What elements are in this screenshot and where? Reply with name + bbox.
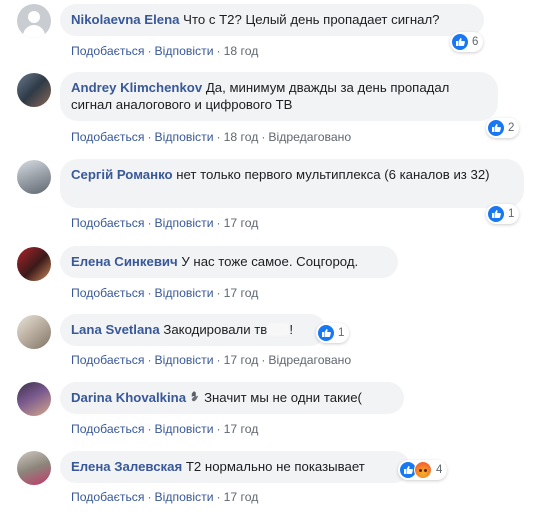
comment-text-end: ! bbox=[289, 322, 293, 337]
avatar[interactable] bbox=[17, 160, 51, 194]
author-name[interactable]: Darina Khovalkina bbox=[71, 390, 186, 405]
comment-text: У нас тоже самое. Соцгород. bbox=[181, 254, 359, 269]
reply-link[interactable]: Відповісти bbox=[155, 490, 214, 504]
timestamp[interactable]: 17 год bbox=[224, 286, 259, 300]
comment-actions: Подобається · Відповісти · 17 год bbox=[71, 422, 259, 436]
reaction-summary[interactable]: 1 bbox=[486, 204, 520, 224]
reply-link[interactable]: Відповісти bbox=[155, 422, 214, 436]
comment-actions: Подобається · Відповісти · 18 год bbox=[71, 44, 259, 58]
comment-actions: Подобається · Відповісти · 17 год bbox=[71, 216, 259, 230]
comment-text: Закодировали тв bbox=[163, 322, 268, 337]
like-icon bbox=[488, 206, 504, 222]
edited-label[interactable]: Відредаговано bbox=[268, 353, 351, 367]
comment-bubble: Сергій Романко нет только первого мульти… bbox=[60, 159, 524, 208]
comment-actions: Подобається · Відповісти · 17 год bbox=[71, 286, 259, 300]
reaction-summary[interactable]: 1 bbox=[316, 323, 350, 343]
like-icon bbox=[452, 34, 468, 50]
author-name[interactable]: Nikolaevna Elena bbox=[71, 12, 179, 27]
timestamp[interactable]: 17 год bbox=[224, 353, 259, 367]
comment-actions: Подобається · Відповісти · 18 год · Відредагов… bbox=[71, 130, 352, 144]
avatar[interactable] bbox=[17, 247, 51, 281]
avatar[interactable] bbox=[17, 73, 51, 107]
author-name[interactable]: Andrey Klimchenkov bbox=[71, 80, 202, 95]
waving-hand-icon bbox=[191, 391, 198, 402]
reaction-summary[interactable]: 4 bbox=[398, 460, 448, 480]
timestamp[interactable]: 18 год bbox=[224, 130, 259, 144]
like-link[interactable]: Подобається bbox=[71, 286, 144, 300]
comment-text: Значит мы не одни такие( bbox=[204, 390, 362, 405]
comment-bubble: Lana Svetlana Закодировали тв! bbox=[60, 314, 326, 346]
comment-bubble: Nikolaevna Elena Что с Т2? Целый день пр… bbox=[60, 4, 484, 36]
reply-link[interactable]: Відповісти bbox=[155, 44, 214, 58]
like-link[interactable]: Подобається bbox=[71, 422, 144, 436]
avatar[interactable] bbox=[17, 382, 51, 416]
comment-bubble: Елена Залевская Т2 нормально не показыва… bbox=[60, 451, 410, 483]
timestamp[interactable]: 17 год bbox=[224, 490, 259, 504]
edited-label[interactable]: Відредаговано bbox=[268, 130, 351, 144]
comment-text: нет только первого мультиплекса (6 канал… bbox=[176, 167, 490, 182]
comment-bubble: Darina Khovalkina Значит мы не одни такие… bbox=[60, 382, 404, 414]
reply-link[interactable]: Відповісти bbox=[155, 286, 214, 300]
reaction-count: 2 bbox=[508, 122, 515, 134]
author-name[interactable]: Елена Залевская bbox=[71, 459, 182, 474]
like-link[interactable]: Подобається bbox=[71, 216, 144, 230]
author-name[interactable]: Lana Svetlana bbox=[71, 322, 160, 337]
like-link[interactable]: Подобається bbox=[71, 490, 144, 504]
comment-bubble: Елена Синкевич У нас тоже самое. Соцгоро… bbox=[60, 246, 398, 278]
timestamp[interactable]: 17 год bbox=[224, 216, 259, 230]
comment-actions: Подобається · Відповісти · 17 год bbox=[71, 490, 259, 504]
like-link[interactable]: Подобається bbox=[71, 353, 144, 367]
avatar[interactable] bbox=[17, 4, 51, 38]
comment-text: Т2 нормально не показывает bbox=[185, 459, 365, 474]
avatar[interactable] bbox=[17, 315, 51, 349]
author-name[interactable]: Сергій Романко bbox=[71, 167, 173, 182]
reaction-summary[interactable]: 6 bbox=[450, 32, 484, 52]
reaction-count: 6 bbox=[472, 36, 479, 48]
like-icon bbox=[488, 120, 504, 136]
like-link[interactable]: Подобається bbox=[71, 44, 144, 58]
reaction-summary[interactable]: 2 bbox=[486, 118, 520, 138]
timestamp[interactable]: 17 год bbox=[224, 422, 259, 436]
reaction-count: 1 bbox=[338, 327, 345, 339]
comment-actions: Подобається · Відповісти · 17 год · Відредагов… bbox=[71, 353, 352, 367]
blurred-text bbox=[267, 323, 290, 336]
timestamp[interactable]: 18 год bbox=[224, 44, 259, 58]
like-icon bbox=[318, 325, 334, 341]
author-name[interactable]: Елена Синкевич bbox=[71, 254, 178, 269]
reply-link[interactable]: Відповісти bbox=[155, 353, 214, 367]
avatar[interactable] bbox=[17, 451, 51, 485]
reply-link[interactable]: Відповісти bbox=[155, 130, 214, 144]
like-link[interactable]: Подобається bbox=[71, 130, 144, 144]
reaction-count: 1 bbox=[508, 208, 515, 220]
comment-text: Что с Т2? Целый день пропадает сигнал? bbox=[183, 12, 440, 27]
comment-bubble: Andrey Klimchenkov Да, минимум дважды за… bbox=[60, 72, 498, 121]
reaction-count: 4 bbox=[436, 464, 443, 476]
reply-link[interactable]: Відповісти bbox=[155, 216, 214, 230]
angry-icon bbox=[414, 461, 432, 479]
